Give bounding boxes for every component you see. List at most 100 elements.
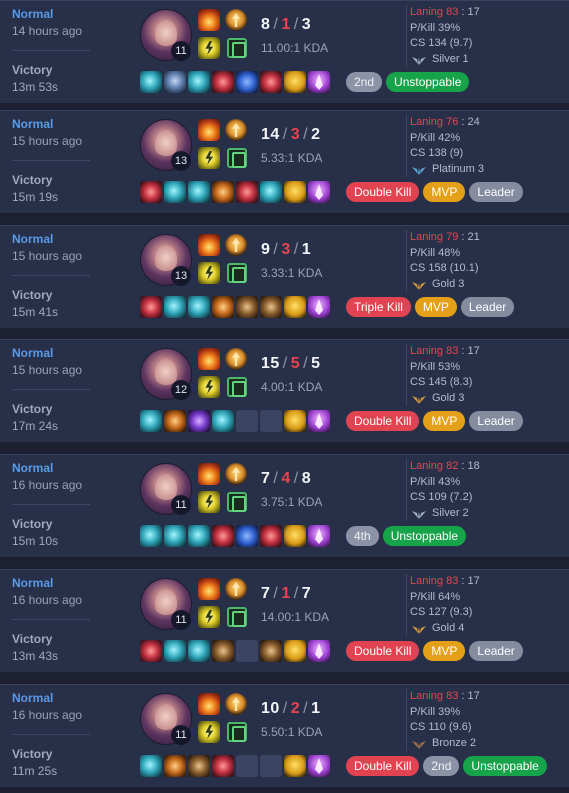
keystone-rune-icon[interactable] [225,693,247,715]
item-icon[interactable] [188,181,210,203]
ignite-spell-icon[interactable] [198,463,220,485]
crown-item-icon[interactable] [284,296,306,318]
secondary-rune-icon[interactable] [227,38,247,58]
flash-spell-icon[interactable] [198,606,220,628]
item-icon[interactable] [260,71,282,93]
ignite-spell-icon[interactable] [198,348,220,370]
item-icon[interactable] [212,296,234,318]
secondary-rune-icon[interactable] [227,722,247,742]
item-icon[interactable] [260,181,282,203]
item-icon[interactable] [260,525,282,547]
item-icon[interactable] [236,525,258,547]
item-icon[interactable] [188,525,210,547]
crown-item-icon[interactable] [284,181,306,203]
ward-trinket-icon[interactable] [308,181,330,203]
crown-item-icon[interactable] [284,525,306,547]
item-icon[interactable] [188,296,210,318]
empty-item-slot[interactable] [260,410,282,432]
item-icon[interactable] [164,71,186,93]
ignite-spell-icon[interactable] [198,693,220,715]
secondary-rune-icon[interactable] [227,377,247,397]
secondary-rune-icon[interactable] [227,492,247,512]
item-icon[interactable] [236,71,258,93]
match-card[interactable]: Normal 15 hours ago Victory 15m 19s 13 14/3/2… [0,110,569,213]
ignite-spell-icon[interactable] [198,234,220,256]
keystone-rune-icon[interactable] [225,463,247,485]
item-icon[interactable] [188,640,210,662]
item-icon[interactable] [164,410,186,432]
keystone-rune-icon[interactable] [225,348,247,370]
item-icon[interactable] [164,525,186,547]
item-icon[interactable] [140,181,162,203]
empty-item-slot[interactable] [236,410,258,432]
match-stats: Laning 83 : 17 P/Kill 39% CS 110 (9.6) Bron… [406,689,566,751]
item-icon[interactable] [212,71,234,93]
item-icon[interactable] [236,296,258,318]
empty-item-slot[interactable] [260,755,282,777]
match-card[interactable]: Normal 15 hours ago Victory 17m 24s 12 15/5/5… [0,339,569,442]
match-duration: 15m 19s [12,190,59,204]
laning-colon: : [458,460,468,472]
item-icon[interactable] [212,410,234,432]
keystone-rune-icon[interactable] [225,234,247,256]
item-icon[interactable] [140,525,162,547]
assists: 7 [301,585,312,602]
ward-trinket-icon[interactable] [308,296,330,318]
item-icon[interactable] [260,296,282,318]
item-icon[interactable] [212,525,234,547]
crown-item-icon[interactable] [284,410,306,432]
flash-spell-icon[interactable] [198,721,220,743]
item-icon[interactable] [164,181,186,203]
item-icon[interactable] [140,71,162,93]
flash-spell-icon[interactable] [198,376,220,398]
match-card[interactable]: Normal 16 hours ago Victory 13m 43s 11 7/1/7 1… [0,569,569,672]
ward-trinket-icon[interactable] [308,410,330,432]
ward-trinket-icon[interactable] [308,755,330,777]
empty-item-slot[interactable] [236,640,258,662]
item-icon[interactable] [212,755,234,777]
kda-ratio: 5.50:1 KDA [261,725,323,739]
keystone-rune-icon[interactable] [225,119,247,141]
flash-spell-icon[interactable] [198,37,220,59]
item-icon[interactable] [188,755,210,777]
secondary-rune-icon[interactable] [227,607,247,627]
item-icon[interactable] [164,296,186,318]
item-icon[interactable] [212,181,234,203]
secondary-rune-icon[interactable] [227,263,247,283]
item-icon[interactable] [140,755,162,777]
ward-trinket-icon[interactable] [308,640,330,662]
keystone-rune-icon[interactable] [225,578,247,600]
crown-item-icon[interactable] [284,640,306,662]
item-icon[interactable] [260,640,282,662]
item-icon[interactable] [236,181,258,203]
kda-separator: / [303,700,309,717]
item-icon[interactable] [188,71,210,93]
crown-item-icon[interactable] [284,755,306,777]
match-card[interactable]: Normal 14 hours ago Victory 13m 53s 11 8/1/3 1… [0,0,569,103]
match-card[interactable]: Normal 16 hours ago Victory 11m 25s 11 10/2/1… [0,684,569,787]
ignite-spell-icon[interactable] [198,578,220,600]
ignite-spell-icon[interactable] [198,9,220,31]
ignite-spell-icon[interactable] [198,119,220,141]
rank-badge: 4th [346,526,379,546]
item-icon[interactable] [140,640,162,662]
match-card[interactable]: Normal 15 hours ago Victory 15m 41s 13 9/3/1 3… [0,225,569,328]
item-icon[interactable] [140,410,162,432]
flash-spell-icon[interactable] [198,262,220,284]
item-icon[interactable] [212,640,234,662]
empty-item-slot[interactable] [236,755,258,777]
ward-trinket-icon[interactable] [308,71,330,93]
flash-spell-icon[interactable] [198,147,220,169]
item-icon[interactable] [164,640,186,662]
laning-opponent-score: 17 [467,345,480,357]
flash-spell-icon[interactable] [198,491,220,513]
keystone-rune-icon[interactable] [225,9,247,31]
item-icon[interactable] [164,755,186,777]
item-icon[interactable] [188,410,210,432]
item-icon[interactable] [140,296,162,318]
crown-item-icon[interactable] [284,71,306,93]
secondary-rune-icon[interactable] [227,148,247,168]
match-card[interactable]: Normal 16 hours ago Victory 15m 10s 11 7/4/8 3… [0,454,569,557]
average-tier: Gold 3 [410,277,566,293]
ward-trinket-icon[interactable] [308,525,330,547]
